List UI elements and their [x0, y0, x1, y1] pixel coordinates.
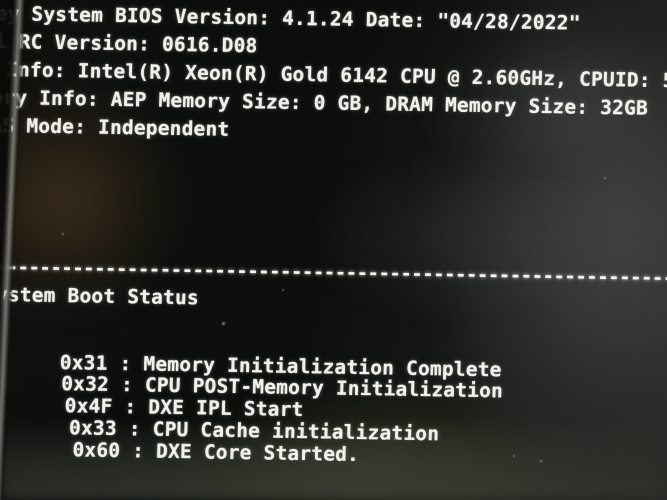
bios-post-screen: ey System BIOS Version: 4.1.24 Date: "04…: [0, 0, 667, 500]
dust-speck: [540, 460, 542, 462]
boot-code: 0x60: [72, 438, 121, 463]
boot-description: DXE Core Started.: [155, 439, 360, 467]
dust-speck: [604, 177, 606, 179]
dust-speck: [222, 322, 225, 325]
ras-mode-line: AS Mode: Independent: [0, 113, 230, 141]
boot-status-heading: System Boot Status: [0, 282, 200, 310]
dust-speck: [513, 455, 515, 457]
dust-speck: [62, 233, 64, 235]
boot-status-entry-4: 0x60 : DXE Core Started.: [0, 414, 360, 489]
dust-speck: [282, 289, 284, 291]
rc-version-line: l RC Version: 0616.D08: [0, 29, 258, 58]
dust-speck: [394, 438, 396, 440]
boot-colon: :: [131, 439, 145, 463]
console-text-area: ey System BIOS Version: 4.1.24 Date: "04…: [0, 0, 667, 500]
